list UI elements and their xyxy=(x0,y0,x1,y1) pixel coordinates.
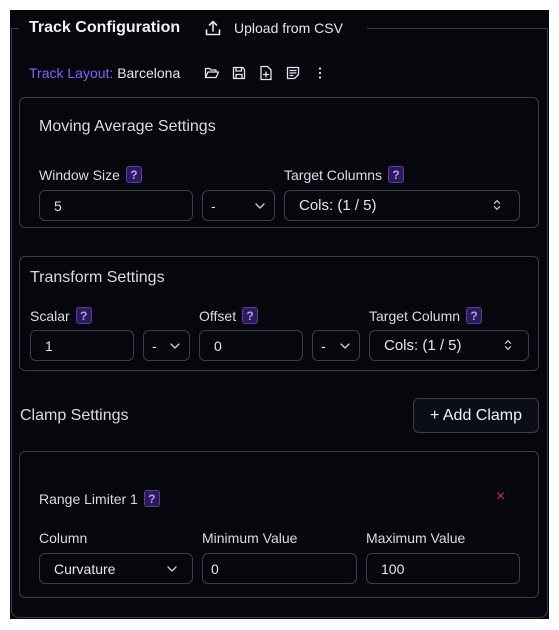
moving-average-title: Moving Average Settings xyxy=(39,118,216,135)
target-columns-label-row: Target Columns ? xyxy=(284,166,405,183)
window-size-label: Window Size xyxy=(39,166,120,183)
more-vertical-icon[interactable] xyxy=(312,65,328,81)
clamp-title: Clamp Settings xyxy=(20,407,129,424)
save-icon[interactable] xyxy=(231,65,247,81)
moving-average-card: Moving Average Settings Window Size ? 5 … xyxy=(19,97,539,228)
target-column-value: Cols: (1 / 5) xyxy=(384,337,462,354)
target-columns-label: Target Columns xyxy=(284,166,383,183)
scalar-input[interactable]: 1 xyxy=(30,330,134,361)
track-layout-value: Barcelona xyxy=(117,65,181,81)
page-title: Track Configuration xyxy=(29,19,181,36)
target-columns-select[interactable]: Cols: (1 / 5) xyxy=(284,190,520,221)
chevron-down-icon xyxy=(340,343,350,349)
new-file-icon[interactable] xyxy=(258,65,274,81)
upload-csv-button[interactable]: Upload from CSV xyxy=(204,18,343,38)
scalar-op-select[interactable]: - xyxy=(143,330,190,361)
chevron-down-icon xyxy=(167,566,177,572)
transform-card: Transform Settings Scalar ? 1 - Offset ?… xyxy=(19,256,539,371)
upload-csv-label: Upload from CSV xyxy=(234,20,343,36)
min-value-label: Minimum Value xyxy=(202,530,298,546)
help-icon[interactable]: ? xyxy=(125,166,142,183)
window-op-value: - xyxy=(211,197,216,214)
chevron-down-icon xyxy=(170,343,180,349)
scalar-label-row: Scalar ? xyxy=(30,307,92,324)
column-label: Column xyxy=(39,530,88,546)
track-layout: Track Layout: Barcelona xyxy=(29,65,180,81)
chevron-updown-icon xyxy=(493,200,501,210)
column-value: Curvature xyxy=(54,560,116,577)
offset-input[interactable]: 0 xyxy=(199,330,303,361)
offset-op-value: - xyxy=(321,337,326,354)
window-size-input[interactable]: 5 xyxy=(39,190,193,221)
column-select[interactable]: Curvature xyxy=(39,553,193,584)
min-value-input[interactable]: 0 xyxy=(202,553,357,584)
track-layout-label: Track Layout: xyxy=(29,65,114,81)
chevron-updown-icon xyxy=(504,340,512,350)
folder-open-icon[interactable] xyxy=(204,65,220,81)
offset-label-row: Offset ? xyxy=(199,307,259,324)
target-column-select[interactable]: Cols: (1 / 5) xyxy=(369,330,529,361)
window-size-label-row: Window Size ? xyxy=(39,166,142,183)
target-column-label-row: Target Column ? xyxy=(369,307,483,324)
chevron-down-icon xyxy=(255,203,265,209)
help-icon[interactable]: ? xyxy=(75,307,92,324)
notes-icon[interactable] xyxy=(285,65,301,81)
range-limiter-card: Range Limiter 1 ? × Column Curvature Min… xyxy=(19,451,539,598)
help-icon[interactable]: ? xyxy=(242,307,259,324)
range-limiter-title-row: Range Limiter 1 ? xyxy=(39,490,160,507)
offset-op-select[interactable]: - xyxy=(312,330,360,361)
add-clamp-button[interactable]: + Add Clamp xyxy=(413,398,539,433)
close-icon[interactable]: × xyxy=(496,488,505,506)
help-icon[interactable]: ? xyxy=(466,307,483,324)
max-value-label: Maximum Value xyxy=(366,530,466,546)
window-op-select[interactable]: - xyxy=(202,190,275,221)
offset-label: Offset xyxy=(199,307,237,324)
target-columns-value: Cols: (1 / 5) xyxy=(299,197,377,214)
track-configuration-panel: Track Configuration Upload from CSV Trac… xyxy=(10,10,549,619)
upload-icon xyxy=(205,20,221,36)
max-value-input[interactable]: 100 xyxy=(366,553,520,584)
help-icon[interactable]: ? xyxy=(388,166,405,183)
scalar-op-value: - xyxy=(152,337,157,354)
help-icon[interactable]: ? xyxy=(143,490,160,507)
scalar-label: Scalar xyxy=(30,307,70,324)
transform-title: Transform Settings xyxy=(30,269,165,286)
target-column-label: Target Column xyxy=(369,307,461,324)
range-limiter-title: Range Limiter 1 xyxy=(39,490,138,507)
